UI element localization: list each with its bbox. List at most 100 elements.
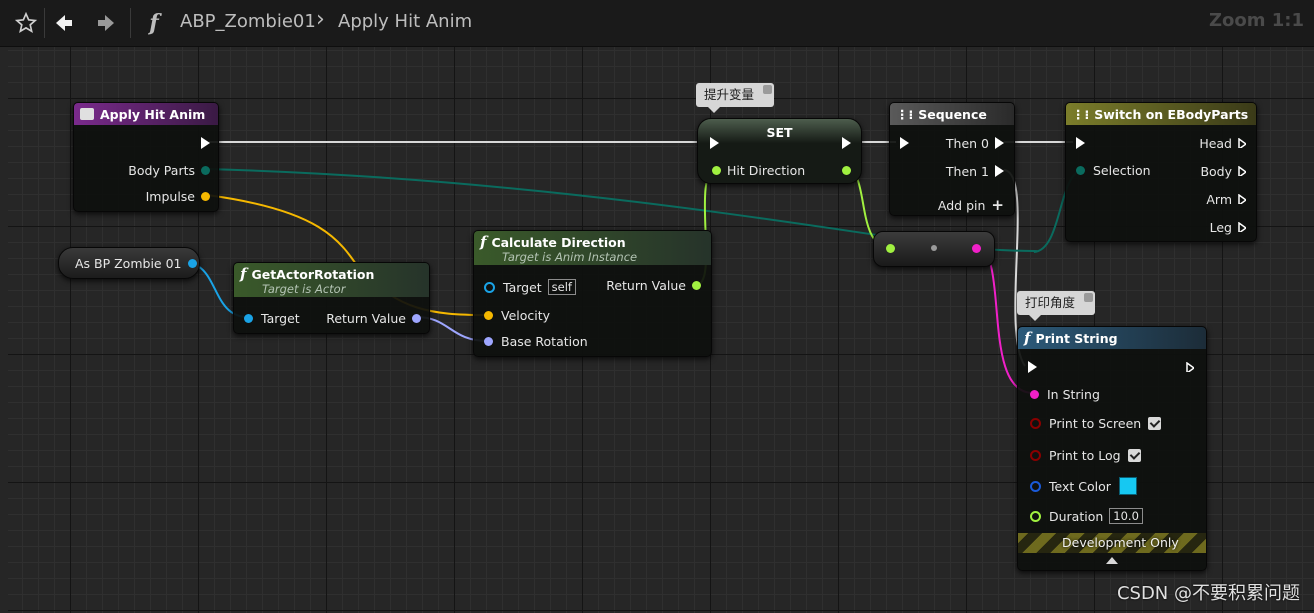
- float-pin-icon[interactable]: [886, 244, 895, 253]
- pin-label: Print to Screen: [1049, 415, 1142, 431]
- exec-pin-icon: [995, 137, 1004, 149]
- object-pin-icon: [187, 258, 197, 268]
- exec-in-pin[interactable]: [900, 134, 909, 152]
- exec-out-pin[interactable]: [201, 134, 210, 152]
- pin-return-value[interactable]: Return Value: [606, 276, 701, 294]
- exec-out-pin[interactable]: [1186, 358, 1194, 376]
- bool-pin-icon: [1030, 449, 1041, 461]
- conversion-dot-icon: [931, 245, 937, 251]
- watermark: CSDN @不要积累问题: [1116, 583, 1300, 604]
- exec-pin-icon: [710, 137, 719, 149]
- pin-selection[interactable]: Selection: [1076, 161, 1151, 179]
- string-pin-icon[interactable]: [972, 244, 981, 253]
- exec-pin-icon: [842, 137, 851, 149]
- node-set[interactable]: SET Hit Direction: [697, 118, 862, 184]
- pin-leg[interactable]: Leg: [1210, 218, 1246, 236]
- breadcrumb-root[interactable]: ABP_Zombie01: [180, 11, 316, 32]
- pin-velocity[interactable]: Velocity: [484, 306, 550, 324]
- exec-in-pin[interactable]: [1076, 134, 1085, 152]
- exec-out-pin[interactable]: [842, 134, 851, 152]
- pin-label: Hit Direction: [727, 162, 806, 178]
- pin-base-rotation[interactable]: Base Rotation: [484, 332, 588, 350]
- pin-print-to-screen[interactable]: Print to Screen: [1030, 414, 1162, 432]
- node-float-to-string-conversion[interactable]: [873, 231, 995, 267]
- exec-pin-outline-icon: [1238, 222, 1246, 232]
- exec-pin-icon: [1076, 137, 1085, 149]
- node-sequence[interactable]: ⋮⁝ Sequence Then 0 Then 1 Add pin +: [889, 102, 1015, 216]
- exec-pin-icon: [995, 165, 1004, 177]
- pin-label: Body: [1200, 163, 1232, 179]
- function-entry-icon: [80, 108, 94, 120]
- object-pin-icon: [484, 281, 495, 293]
- pin-return-value[interactable]: Return Value: [326, 309, 421, 327]
- toolbar-separator: [44, 8, 45, 38]
- pin-label: Selection: [1093, 162, 1151, 178]
- node-header: Apply Hit Anim: [74, 103, 218, 125]
- function-icon: f: [480, 233, 487, 251]
- node-as-bp-zombie[interactable]: As BP Zombie 01: [58, 247, 200, 279]
- pin-as-bp-zombie[interactable]: As BP Zombie 01: [75, 254, 197, 272]
- pin-label: Return Value: [326, 310, 406, 326]
- text-color-swatch[interactable]: [1118, 477, 1137, 495]
- pin-in-string[interactable]: In String: [1030, 385, 1100, 403]
- forward-arrow-icon[interactable]: [92, 8, 120, 38]
- pin-duration[interactable]: Duration 10.0: [1030, 507, 1143, 525]
- add-pin-button[interactable]: Add pin +: [938, 196, 1004, 214]
- node-get-actor-rotation[interactable]: f GetActorRotation Target is Actor Targe…: [233, 262, 430, 334]
- toolbar: f ABP_Zombie01 › Apply Hit Anim Zoom 1:1: [0, 0, 1314, 47]
- node-apply-hit-anim[interactable]: Apply Hit Anim Body Parts Impulse: [73, 102, 219, 212]
- zoom-level: Zoom 1:1: [1208, 10, 1304, 31]
- pin-label: Velocity: [501, 307, 551, 323]
- pin-label: Body Parts: [128, 162, 195, 178]
- back-arrow-icon[interactable]: [50, 8, 78, 38]
- pin-head[interactable]: Head: [1199, 134, 1246, 152]
- exec-pin-outline-icon: [1186, 362, 1194, 372]
- pin-label: In String: [1047, 386, 1100, 402]
- pin-comment-icon[interactable]: [1084, 293, 1094, 302]
- pin-impulse[interactable]: Impulse: [146, 187, 210, 205]
- pin-arm[interactable]: Arm: [1206, 190, 1246, 208]
- expand-arrow-icon[interactable]: [1106, 557, 1118, 564]
- duration-value-field[interactable]: 10.0: [1109, 508, 1143, 524]
- pin-target[interactable]: Target: [244, 309, 300, 327]
- node-switch-ebodyparts[interactable]: ⋮⁝ Switch on EBodyParts Selection Head B…: [1065, 102, 1257, 242]
- exec-in-pin[interactable]: [1028, 358, 1037, 376]
- function-icon: f: [1024, 329, 1031, 347]
- node-title: Switch on EBodyParts: [1094, 106, 1249, 122]
- pin-hit-direction-in[interactable]: Hit Direction: [712, 161, 805, 179]
- favorite-star-icon[interactable]: [12, 8, 40, 38]
- node-calculate-direction[interactable]: f Calculate Direction Target is Anim Ins…: [473, 230, 712, 357]
- pin-comment-icon[interactable]: [763, 85, 773, 94]
- exec-pin-icon: [201, 137, 210, 149]
- exec-in-pin[interactable]: [710, 134, 719, 152]
- target-default-value[interactable]: self: [547, 279, 576, 295]
- node-title: SET: [766, 125, 793, 140]
- pin-hit-direction-out[interactable]: [842, 161, 851, 179]
- print-to-screen-checkbox[interactable]: [1148, 416, 1162, 430]
- pin-body-parts[interactable]: Body Parts: [128, 161, 210, 179]
- struct-pin-icon: [484, 310, 493, 320]
- pin-target[interactable]: Target self: [484, 278, 576, 296]
- pin-print-to-log[interactable]: Print to Log: [1030, 446, 1141, 464]
- breadcrumb-current[interactable]: Apply Hit Anim: [338, 11, 472, 32]
- pin-body[interactable]: Body: [1200, 162, 1246, 180]
- function-icon: f: [149, 10, 159, 36]
- node-print-string[interactable]: f Print String In String Print to Screen…: [1017, 326, 1207, 571]
- comment-bubble-set[interactable]: 提升变量: [696, 83, 775, 113]
- plus-icon: +: [991, 196, 1004, 214]
- comment-text: 提升变量: [704, 87, 755, 102]
- node-header: ⋮⁝ Sequence: [890, 103, 1014, 125]
- pin-label: Head: [1199, 135, 1232, 151]
- exec-pin-outline-icon: [1238, 194, 1246, 204]
- pin-label: Arm: [1206, 191, 1232, 207]
- node-title: Apply Hit Anim: [100, 106, 206, 122]
- rotator-pin-icon: [484, 336, 493, 346]
- pin-text-color[interactable]: Text Color: [1030, 477, 1137, 495]
- toolbar-separator: [130, 8, 131, 38]
- exec-pin-outline-icon: [1238, 166, 1246, 176]
- pin-then-0[interactable]: Then 0: [946, 134, 1004, 152]
- comment-bubble-print[interactable]: 打印角度: [1017, 291, 1096, 321]
- color-pin-icon: [1030, 480, 1041, 492]
- pin-then-1[interactable]: Then 1: [946, 162, 1004, 180]
- print-to-log-checkbox[interactable]: [1127, 448, 1141, 462]
